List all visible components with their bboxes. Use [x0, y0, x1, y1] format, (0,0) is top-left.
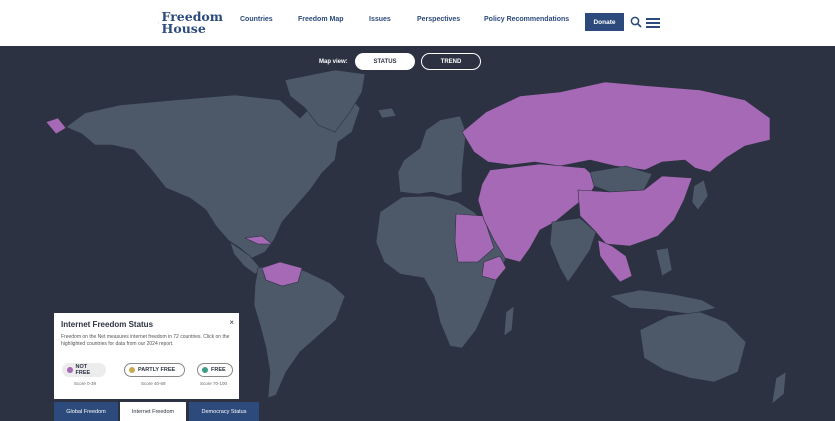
nav-perspectives[interactable]: Perspectives	[417, 16, 460, 23]
map-philippines[interactable]	[655, 247, 673, 277]
not-free-score: Score 0-39	[74, 381, 97, 386]
partly-free-score: Score 40-69	[141, 381, 166, 386]
nav-countries[interactable]: Countries	[240, 16, 273, 23]
status-view-toggle[interactable]: STATUS	[355, 53, 415, 70]
map-india[interactable]	[549, 217, 597, 283]
trend-view-toggle[interactable]: TREND	[421, 53, 481, 70]
tab-global-freedom[interactable]: Global Freedom	[54, 402, 118, 421]
menu-icon[interactable]	[646, 18, 660, 28]
legend-description: Freedom on the Net measures internet fre…	[61, 334, 230, 347]
not-free-dot-icon	[67, 367, 73, 373]
map-alaska-tip[interactable]	[45, 117, 67, 135]
free-dot-icon	[202, 367, 208, 373]
map-europe[interactable]	[397, 115, 467, 197]
legend-title: Internet Freedom Status	[61, 320, 154, 329]
map-russia[interactable]	[461, 81, 771, 173]
map-japan[interactable]	[691, 179, 709, 211]
not-free-label: NOT FREE	[75, 364, 91, 376]
map-madagascar[interactable]	[503, 305, 515, 337]
donate-button[interactable]: Donate	[585, 13, 624, 31]
freedom-house-logo[interactable]: Freedom House	[158, 9, 223, 37]
map-indonesia[interactable]	[609, 289, 717, 315]
map-new-zealand[interactable]	[771, 371, 787, 405]
nav-issues[interactable]: Issues	[369, 16, 391, 23]
partly-free-dot-icon	[129, 367, 135, 373]
close-icon[interactable]: ×	[229, 318, 234, 327]
free-score: Score 70-100	[200, 381, 228, 386]
internet-freedom-legend: Internet Freedom Status × Freedom on the…	[54, 313, 239, 399]
map-iceland[interactable]	[377, 107, 397, 119]
map-australia[interactable]	[639, 311, 747, 383]
nav-freedom-map[interactable]: Freedom Map	[298, 16, 344, 23]
site-header: Freedom House Countries Freedom Map Issu…	[0, 0, 835, 46]
search-icon[interactable]	[630, 16, 642, 28]
free-label: FREE	[211, 367, 226, 373]
tab-democracy-status[interactable]: Democracy Status	[189, 402, 259, 421]
map-south-america[interactable]	[253, 261, 346, 399]
free-filter[interactable]: FREE	[197, 363, 233, 377]
logo-line-2: House	[161, 21, 206, 36]
nav-policy-recommendations[interactable]: Policy Recommendations	[484, 16, 569, 23]
torch-icon	[158, 22, 159, 24]
map-southeast-asia-notfree[interactable]	[597, 239, 633, 283]
partly-free-label: PARTLY FREE	[138, 367, 176, 373]
map-view-label: Map view:	[319, 59, 348, 65]
not-free-filter[interactable]: NOT FREE	[62, 363, 106, 377]
partly-free-filter[interactable]: PARTLY FREE	[124, 363, 185, 377]
tab-internet-freedom[interactable]: Internet Freedom	[120, 402, 186, 421]
